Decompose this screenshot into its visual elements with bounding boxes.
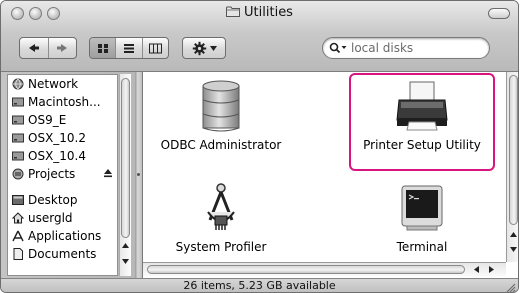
sidebar-item-osx-10-2[interactable]: OSX_10.2	[8, 129, 117, 147]
item-printer-setup-utility[interactable]: Printer Setup Utility	[351, 80, 493, 152]
sidebar-item-label: Macintosh...	[28, 95, 101, 109]
arrow-down-icon	[510, 247, 517, 252]
sidebar-item-desktop[interactable]: Desktop	[8, 191, 117, 209]
list-view-button[interactable]	[116, 38, 143, 58]
arrow-up-icon	[510, 232, 517, 237]
item-label: ODBC Administrator	[160, 138, 282, 152]
search-icon	[329, 42, 347, 54]
icon-view: ODBC Administrator Printer Setup Utility…	[143, 72, 506, 262]
item-terminal[interactable]: Terminal	[351, 182, 493, 254]
forward-button[interactable]	[49, 38, 77, 58]
content-vertical-scrollbar[interactable]	[506, 72, 518, 262]
hard-disk-icon	[12, 151, 24, 161]
toolbar: Utilities	[1, 1, 518, 72]
column-view-button[interactable]	[143, 38, 168, 58]
content-vertical-scroll-thumb[interactable]	[509, 75, 518, 225]
sidebar-item-projects[interactable]: Projects	[8, 165, 117, 183]
sidebar-item-label: Desktop	[28, 193, 78, 207]
sidebar-item-usergld[interactable]: usergld	[8, 209, 117, 227]
home-icon	[12, 212, 24, 224]
content-horizontal-scroll-thumb[interactable]	[147, 265, 465, 274]
sidebar-list: Network Macintosh... OS9_E OSX_10.2 OSX_…	[7, 74, 118, 276]
sidebar-item-label: OS9_E	[28, 113, 67, 127]
content-scroll-right-button[interactable]	[486, 264, 497, 275]
sidebar-item-label: Applications	[28, 229, 102, 243]
sidebar-item-documents[interactable]: Documents	[8, 245, 117, 263]
gear-icon	[192, 41, 206, 55]
arrow-left-icon	[474, 266, 479, 273]
documents-icon	[13, 248, 23, 260]
list-view-icon	[123, 43, 134, 53]
status-text: 26 items, 5.23 GB available	[183, 279, 336, 292]
sidebar-scroll-up-button[interactable]	[120, 240, 131, 251]
sidebar-item-network[interactable]: Network	[8, 75, 117, 93]
hard-disk-icon	[12, 133, 24, 143]
sidebar-separator	[8, 183, 117, 191]
system-profiler-icon	[207, 183, 235, 230]
eject-icon[interactable]	[103, 168, 113, 178]
sidebar-item-macintosh[interactable]: Macintosh...	[8, 93, 117, 111]
content-scroll-down-button[interactable]	[508, 244, 518, 255]
status-bar: 26 items, 5.23 GB available	[1, 278, 518, 293]
sidebar-item-label: Network	[28, 77, 79, 91]
finder-window: Utilities local disks Network Macintosh.…	[0, 0, 519, 293]
sidebar-item-label: OSX_10.4	[28, 149, 87, 163]
sidebar-item-applications[interactable]: Applications	[8, 227, 117, 245]
icon-view-icon	[97, 43, 108, 53]
sidebar-item-label: usergld	[28, 211, 73, 225]
sidebar-item-label: Documents	[28, 247, 97, 261]
back-arrow-icon	[28, 44, 39, 52]
back-button[interactable]	[20, 38, 49, 58]
resize-grip-icon[interactable]	[505, 282, 516, 293]
action-menu-button[interactable]	[182, 37, 226, 59]
sidebar-scrollbar[interactable]	[119, 74, 131, 276]
network-volume-icon	[12, 168, 24, 180]
item-system-profiler[interactable]: System Profiler	[151, 182, 291, 254]
item-label: Printer Setup Utility	[363, 138, 481, 152]
sidebar: Network Macintosh... OS9_E OSX_10.2 OSX_…	[1, 72, 135, 278]
sidebar-item-label: OSX_10.2	[28, 131, 87, 145]
printer-icon	[396, 81, 448, 131]
sidebar-item-os9-e[interactable]: OS9_E	[8, 111, 117, 129]
content-scroll-up-button[interactable]	[508, 229, 518, 240]
sidebar-item-label: Projects	[28, 167, 76, 181]
item-label: Terminal	[396, 240, 448, 254]
icon-view-button[interactable]	[90, 38, 117, 58]
database-icon	[202, 80, 240, 132]
hard-disk-icon	[12, 97, 24, 107]
sidebar-scroll-thumb[interactable]	[121, 78, 130, 238]
item-label: System Profiler	[175, 240, 267, 254]
arrow-right-icon	[489, 266, 494, 273]
content-scroll-left-button[interactable]	[471, 264, 482, 275]
window-title-text: Utilities	[244, 5, 293, 20]
chevron-down-icon	[209, 45, 217, 51]
back-forward-control	[19, 37, 77, 59]
window-title: Utilities	[1, 5, 518, 20]
forward-arrow-icon	[57, 44, 68, 52]
search-input[interactable]	[351, 41, 471, 55]
column-view-icon	[148, 43, 162, 53]
applications-icon	[12, 230, 24, 242]
content-horizontal-scrollbar[interactable]	[143, 262, 506, 276]
sidebar-item-osx-10-4[interactable]: OSX_10.4	[8, 147, 117, 165]
search-field[interactable]	[322, 37, 490, 59]
network-globe-icon	[12, 78, 24, 90]
arrow-down-icon	[122, 259, 129, 264]
sidebar-scroll-down-button[interactable]	[120, 256, 131, 267]
item-odbc-administrator[interactable]: ODBC Administrator	[151, 80, 291, 152]
folder-icon	[226, 6, 241, 17]
arrow-up-icon	[122, 243, 129, 248]
splitter-grip	[137, 173, 140, 176]
sidebar-splitter[interactable]	[135, 72, 143, 278]
desktop-icon	[12, 195, 24, 205]
terminal-icon	[401, 185, 443, 231]
toolbar-toggle-button[interactable]	[488, 8, 510, 19]
hard-disk-icon	[12, 115, 24, 125]
view-mode-control	[89, 37, 169, 59]
